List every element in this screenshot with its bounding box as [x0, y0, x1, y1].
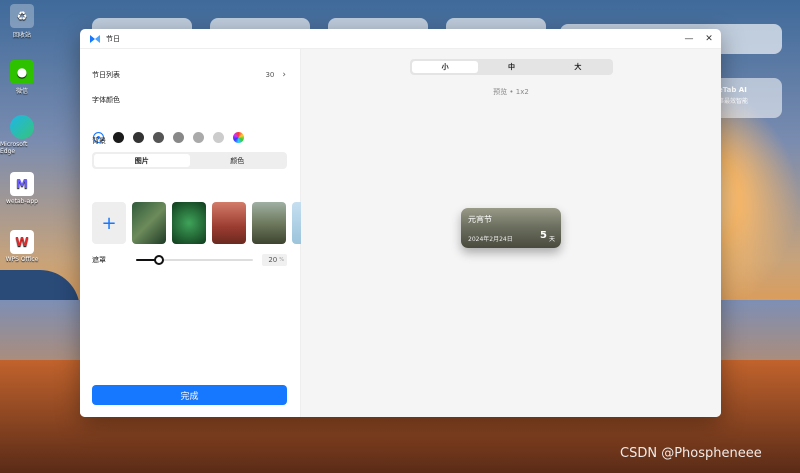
mask-value-field[interactable]: 20% [262, 254, 287, 266]
tab-size-medium[interactable]: 中 [478, 61, 544, 73]
done-button[interactable]: 完成 [92, 385, 287, 405]
close-button[interactable]: ✕ [703, 33, 715, 45]
background-thumbnail[interactable] [252, 202, 286, 244]
size-tabs: 小 中 大 [410, 59, 613, 75]
ai-widget-title: eTab AI [718, 86, 747, 94]
desktop-icon-edge[interactable]: Microsoft Edge [0, 115, 44, 155]
festival-count: 30 [265, 71, 275, 79]
minimize-button[interactable]: — [683, 33, 695, 45]
preview-panel: 小 中 大 预览 • 1x2 元宵节 2024年2月24日 5 天 [301, 49, 721, 417]
days-remaining: 5 [540, 230, 547, 241]
wps-icon: W [10, 230, 34, 254]
chevron-right-icon: › [282, 70, 286, 80]
festival-card-preview: 元宵节 2024年2月24日 5 天 [461, 208, 561, 248]
settings-panel: 节日列表 30 › 字体颜色 背景 图片 颜色 + 遮罩 20 % 完成 [80, 49, 301, 417]
mask-value: 20 [268, 256, 278, 264]
recycle-bin-icon: ♻ [10, 4, 34, 28]
background-thumbnail[interactable] [292, 202, 301, 244]
app-logo-icon [90, 34, 100, 43]
tab-color[interactable]: 颜色 [190, 154, 286, 167]
watermark: CSDN @Phospheneee [620, 446, 762, 461]
festival-name: 元宵节 [468, 215, 492, 224]
desktop-icon-wps[interactable]: W WPS Office [0, 230, 44, 263]
festival-list-row[interactable]: 节日列表 30 › [92, 70, 286, 80]
festival-date: 2024年2月24日 [468, 236, 513, 243]
desktop-icon-wetab[interactable]: M wetab-app [0, 172, 44, 205]
window-title: 节日 [106, 34, 120, 43]
days-unit: 天 [548, 236, 555, 243]
mask-slider[interactable] [136, 255, 253, 265]
background-thumbnail[interactable] [212, 202, 246, 244]
tab-size-large[interactable]: 大 [545, 61, 611, 73]
mask-unit: % [279, 257, 284, 263]
wetab-icon: M [10, 172, 34, 196]
font-color-label: 字体颜色 [92, 96, 120, 104]
ai-widget-subtitle: 事最效智能 [718, 98, 749, 105]
festival-list-label: 节日列表 [92, 71, 120, 79]
background-thumbnail[interactable] [132, 202, 166, 244]
tab-size-small[interactable]: 小 [412, 61, 479, 73]
desktop-icon-recycle-bin[interactable]: ♻ 回收站 [0, 4, 44, 39]
preview-label: 预览 • 1x2 [493, 88, 529, 96]
desktop-icon-wechat[interactable]: ● 微信 [0, 60, 44, 95]
tab-image[interactable]: 图片 [94, 154, 190, 167]
background-thumbnails: + [92, 202, 301, 244]
background-thumbnail[interactable] [172, 202, 206, 244]
wechat-icon: ● [10, 60, 34, 84]
festival-window: 节日 — ✕ 节日列表 30 › 字体颜色 背景 图片 颜色 + 遮罩 20 %… [80, 29, 721, 417]
background-type-tabs: 图片 颜色 [92, 152, 287, 169]
add-background-button[interactable]: + [92, 202, 126, 244]
ai-widget[interactable]: eTab AI 事最效智能 [712, 78, 782, 118]
mask-label: 遮罩 [92, 256, 106, 264]
edge-icon [10, 115, 34, 139]
title-bar[interactable]: 节日 — ✕ [80, 29, 721, 49]
background-label: 背景 [92, 137, 106, 145]
